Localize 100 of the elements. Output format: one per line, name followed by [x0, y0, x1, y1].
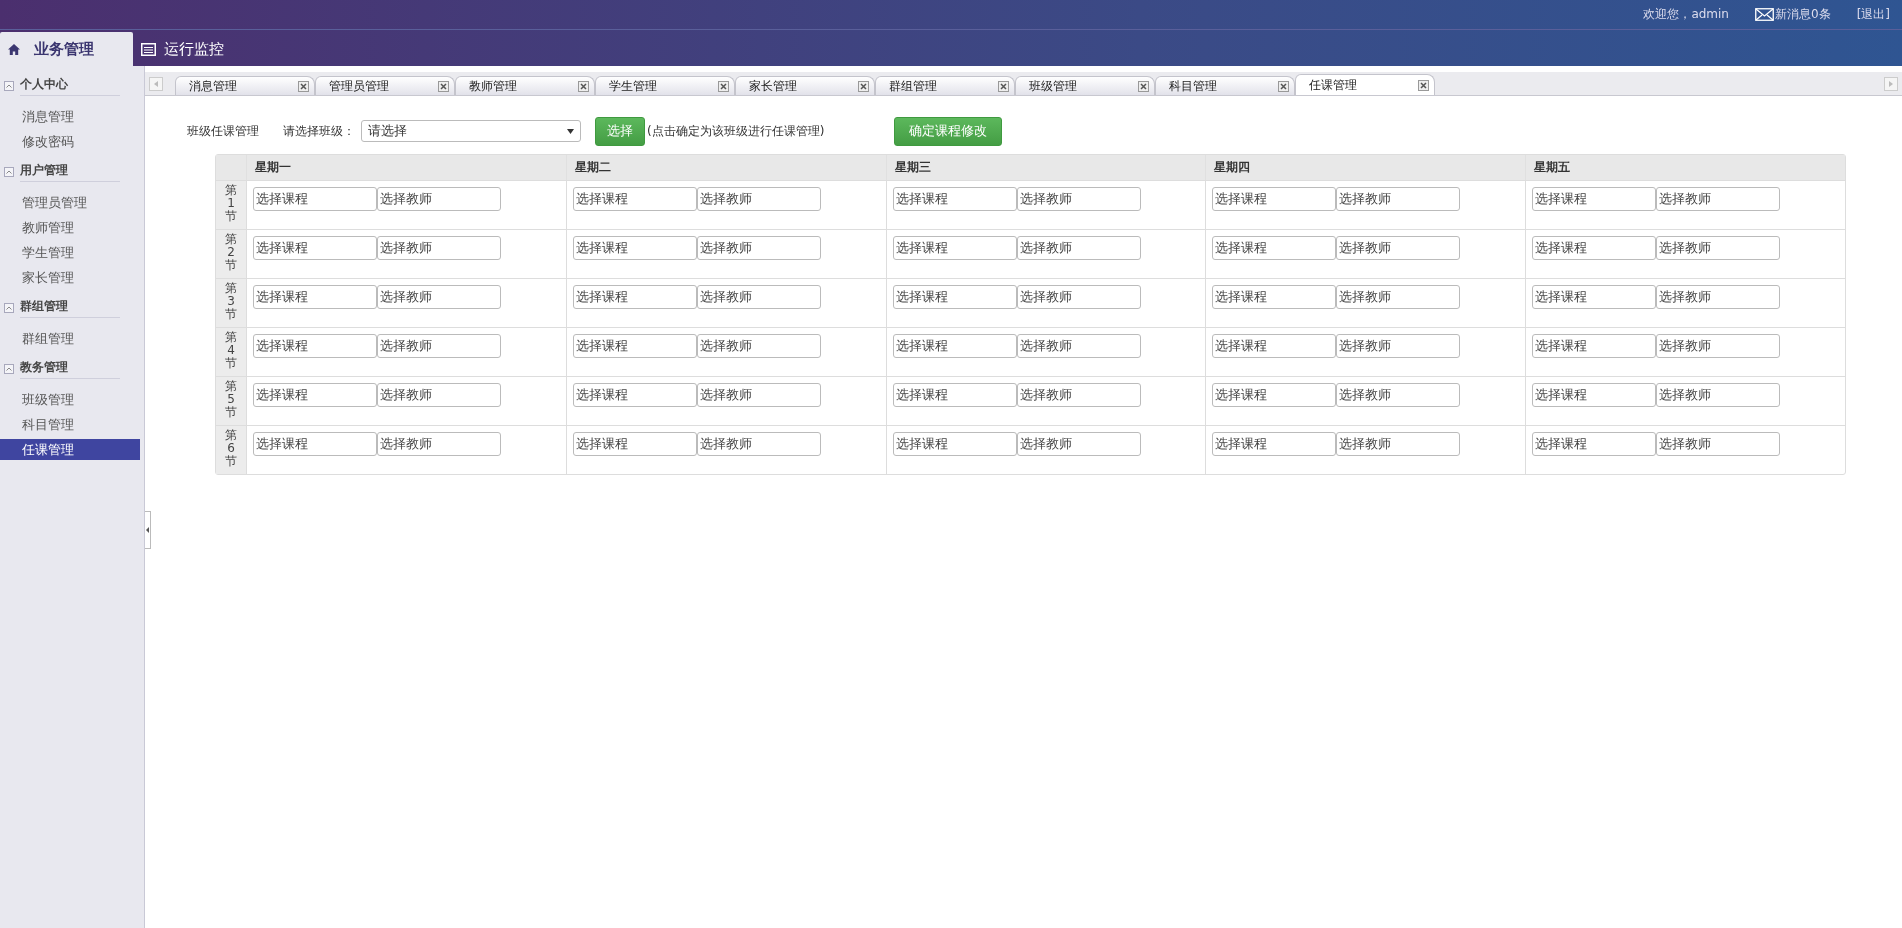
close-icon[interactable] — [578, 80, 589, 92]
messages-link[interactable]: 新消息0条 — [1775, 6, 1831, 23]
course-field[interactable]: 选择课程 — [892, 285, 1017, 309]
teacher-field[interactable]: 选择教师 — [377, 187, 501, 211]
course-field[interactable]: 选择课程 — [892, 432, 1017, 456]
teacher-field[interactable]: 选择教师 — [1016, 285, 1141, 309]
course-field[interactable]: 选择课程 — [572, 285, 697, 309]
teacher-field[interactable]: 选择教师 — [1656, 383, 1781, 407]
course-field[interactable]: 选择课程 — [572, 334, 697, 358]
group-title[interactable]: 群组管理 — [20, 298, 120, 318]
teacher-field[interactable]: 选择教师 — [1656, 285, 1781, 309]
teacher-field[interactable]: 选择教师 — [377, 285, 501, 309]
teacher-field[interactable]: 选择教师 — [1336, 432, 1461, 456]
course-field[interactable]: 选择课程 — [892, 187, 1017, 211]
collapse-icon[interactable] — [4, 364, 14, 374]
teacher-field[interactable]: 选择教师 — [1336, 236, 1461, 260]
teacher-field[interactable]: 选择教师 — [696, 432, 821, 456]
teacher-field[interactable]: 选择教师 — [1656, 236, 1781, 260]
tab[interactable]: 学生管理 — [595, 76, 735, 95]
course-field[interactable]: 选择课程 — [1532, 236, 1657, 260]
close-icon[interactable] — [438, 80, 449, 92]
course-field[interactable]: 选择课程 — [1532, 432, 1657, 456]
course-field[interactable]: 选择课程 — [892, 383, 1017, 407]
teacher-field[interactable]: 选择教师 — [696, 236, 821, 260]
course-field[interactable]: 选择课程 — [892, 236, 1017, 260]
teacher-field[interactable]: 选择教师 — [377, 432, 501, 456]
teacher-field[interactable]: 选择教师 — [1336, 334, 1461, 358]
course-field[interactable]: 选择课程 — [1212, 285, 1337, 309]
teacher-field[interactable]: 选择教师 — [1656, 334, 1781, 358]
logout-link[interactable]: [退出] — [1856, 6, 1890, 23]
collapse-handle[interactable] — [145, 511, 151, 549]
tab[interactable]: 教师管理 — [455, 76, 595, 95]
close-icon[interactable] — [1278, 80, 1289, 92]
group-title[interactable]: 个人中心 — [20, 76, 120, 96]
teacher-field[interactable]: 选择教师 — [377, 236, 501, 260]
tab[interactable]: 家长管理 — [735, 76, 875, 95]
course-field[interactable]: 选择课程 — [572, 383, 697, 407]
tab[interactable]: 班级管理 — [1015, 76, 1155, 95]
course-field[interactable]: 选择课程 — [1212, 334, 1337, 358]
collapse-icon[interactable] — [4, 303, 14, 313]
course-field[interactable]: 选择课程 — [253, 383, 377, 407]
tab[interactable]: 群组管理 — [875, 76, 1015, 95]
sidebar-item[interactable]: 群组管理 — [0, 328, 140, 349]
group-title[interactable]: 教务管理 — [20, 359, 120, 379]
course-field[interactable]: 选择课程 — [1532, 187, 1657, 211]
course-field[interactable]: 选择课程 — [892, 334, 1017, 358]
teacher-field[interactable]: 选择教师 — [377, 383, 501, 407]
course-field[interactable]: 选择课程 — [1212, 383, 1337, 407]
course-field[interactable]: 选择课程 — [1212, 236, 1337, 260]
teacher-field[interactable]: 选择教师 — [696, 187, 821, 211]
sidebar-item[interactable]: 管理员管理 — [0, 192, 140, 213]
collapse-icon[interactable] — [4, 81, 14, 91]
sidebar-item[interactable]: 消息管理 — [0, 106, 140, 127]
teacher-field[interactable]: 选择教师 — [1016, 432, 1141, 456]
sidebar-item[interactable]: 修改密码 — [0, 131, 140, 152]
teacher-field[interactable]: 选择教师 — [1656, 432, 1781, 456]
sidebar-item[interactable]: 任课管理 — [0, 439, 140, 460]
course-field[interactable]: 选择课程 — [1532, 285, 1657, 309]
tab[interactable]: 消息管理 — [175, 76, 315, 95]
course-field[interactable]: 选择课程 — [572, 236, 697, 260]
sidebar-item[interactable]: 家长管理 — [0, 267, 140, 288]
teacher-field[interactable]: 选择教师 — [1016, 187, 1141, 211]
teacher-field[interactable]: 选择教师 — [1336, 285, 1461, 309]
teacher-field[interactable]: 选择教师 — [1656, 187, 1781, 211]
course-field[interactable]: 选择课程 — [1532, 334, 1657, 358]
sidebar-item[interactable]: 科目管理 — [0, 414, 140, 435]
course-field[interactable]: 选择课程 — [253, 187, 377, 211]
course-field[interactable]: 选择课程 — [253, 236, 377, 260]
tab[interactable]: 管理员管理 — [315, 76, 455, 95]
teacher-field[interactable]: 选择教师 — [1016, 236, 1141, 260]
tab[interactable]: 任课管理 — [1295, 74, 1435, 95]
course-field[interactable]: 选择课程 — [1212, 432, 1337, 456]
sidebar-item[interactable]: 学生管理 — [0, 242, 140, 263]
course-field[interactable]: 选择课程 — [1212, 187, 1337, 211]
group-title[interactable]: 用户管理 — [20, 162, 120, 182]
teacher-field[interactable]: 选择教师 — [1336, 383, 1461, 407]
course-field[interactable]: 选择课程 — [253, 334, 377, 358]
sidebar-item[interactable]: 班级管理 — [0, 389, 140, 410]
teacher-field[interactable]: 选择教师 — [1336, 187, 1461, 211]
teacher-field[interactable]: 选择教师 — [696, 334, 821, 358]
teacher-field[interactable]: 选择教师 — [696, 285, 821, 309]
course-field[interactable]: 选择课程 — [1532, 383, 1657, 407]
class-select[interactable]: 请选择 — [361, 120, 581, 142]
collapse-icon[interactable] — [4, 167, 14, 177]
tab[interactable]: 科目管理 — [1155, 76, 1295, 95]
nav-tab[interactable]: 运行监控 — [133, 32, 238, 66]
course-field[interactable]: 选择课程 — [253, 432, 377, 456]
course-field[interactable]: 选择课程 — [572, 187, 697, 211]
teacher-field[interactable]: 选择教师 — [1016, 334, 1141, 358]
teacher-field[interactable]: 选择教师 — [377, 334, 501, 358]
close-icon[interactable] — [1418, 79, 1429, 91]
close-icon[interactable] — [1138, 80, 1149, 92]
close-icon[interactable] — [858, 80, 869, 92]
teacher-field[interactable]: 选择教师 — [696, 383, 821, 407]
close-icon[interactable] — [998, 80, 1009, 92]
sidebar-item[interactable]: 教师管理 — [0, 217, 140, 238]
close-icon[interactable] — [718, 80, 729, 92]
course-field[interactable]: 选择课程 — [253, 285, 377, 309]
nav-tab[interactable]: 业务管理 — [0, 32, 133, 66]
course-field[interactable]: 选择课程 — [572, 432, 697, 456]
